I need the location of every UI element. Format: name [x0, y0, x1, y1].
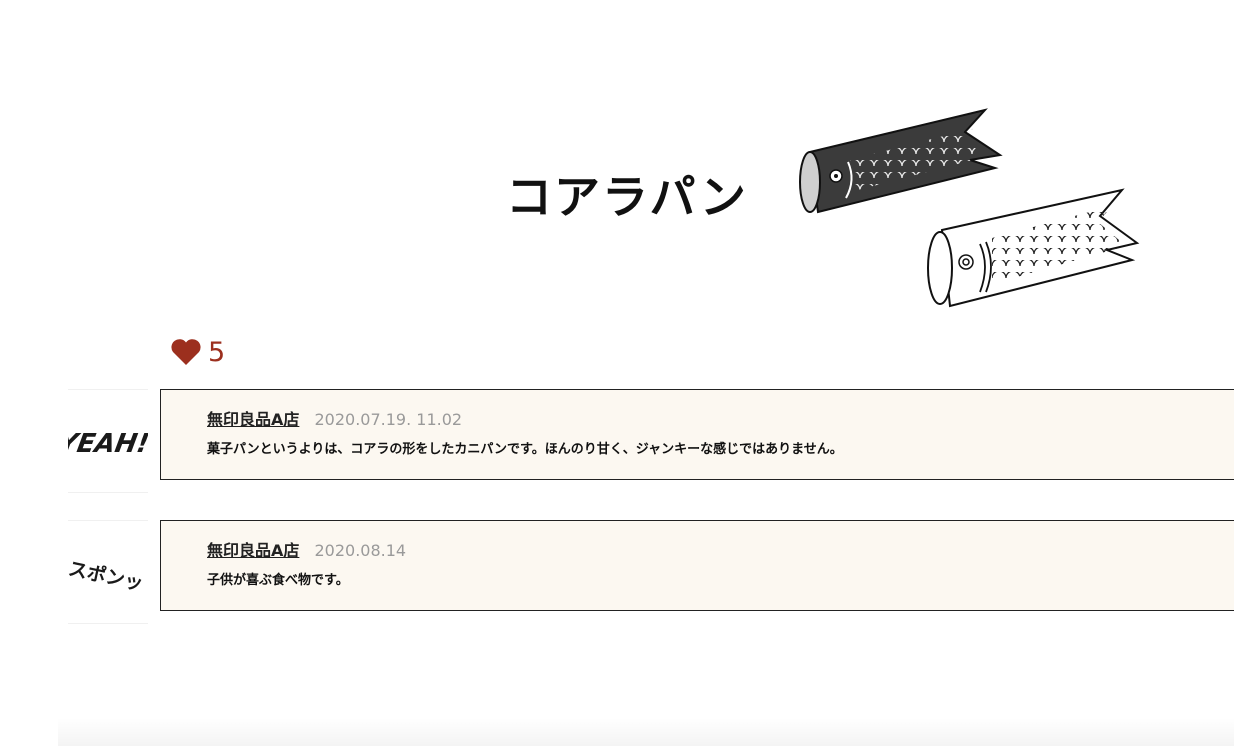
like-counter[interactable]: 5 — [170, 338, 225, 366]
comment-stamp: YEAH! — [56, 389, 152, 493]
white-carp — [927, 188, 1140, 308]
page: コアラパン 5 YEAH! 無印良品A店 2020.07.19. 11.02 菓… — [0, 0, 1234, 746]
stamp-yeah-icon: YEAH! — [56, 429, 152, 459]
koinobori-illustration — [799, 108, 1140, 308]
comment-item: YEAH! 無印良品A店 2020.07.19. 11.02 菓子パンというより… — [0, 389, 1234, 493]
stamp-text: YEAH! — [68, 429, 148, 459]
comment-stamp: スポンッ — [66, 520, 148, 624]
comment-box: 無印良品A店 2020.08.14 子供が喜ぶ食べ物です。 — [160, 520, 1234, 611]
comment-author-link[interactable]: 無印良品A店 — [207, 410, 299, 429]
comment-author-link[interactable]: 無印良品A店 — [207, 541, 299, 560]
black-carp — [799, 108, 1003, 214]
heart-icon[interactable] — [170, 338, 202, 366]
comment-date: 2020.08.14 — [314, 541, 407, 560]
comment-meta: 無印良品A店 2020.07.19. 11.02 — [207, 406, 462, 430]
comment-item: スポンッ 無印良品A店 2020.08.14 子供が喜ぶ食べ物です。 — [0, 520, 1234, 624]
comment-text: 菓子パンというよりは、コアラの形をしたカニパンです。ほんのり甘く、ジャンキーな感… — [207, 442, 843, 457]
like-count: 5 — [208, 336, 226, 368]
comment-meta: 無印良品A店 2020.08.14 — [207, 537, 406, 561]
page-title: コアラパン — [506, 170, 748, 224]
footer-band — [58, 718, 1234, 746]
comment-date: 2020.07.19. 11.02 — [314, 410, 463, 429]
stamp-sponk-icon: スポンッ — [66, 557, 146, 595]
comment-box: 無印良品A店 2020.07.19. 11.02 菓子パンというよりは、コアラの… — [160, 389, 1234, 480]
comment-text: 子供が喜ぶ食べ物です。 — [207, 573, 349, 588]
stamp-text: スポンッ — [68, 557, 146, 595]
